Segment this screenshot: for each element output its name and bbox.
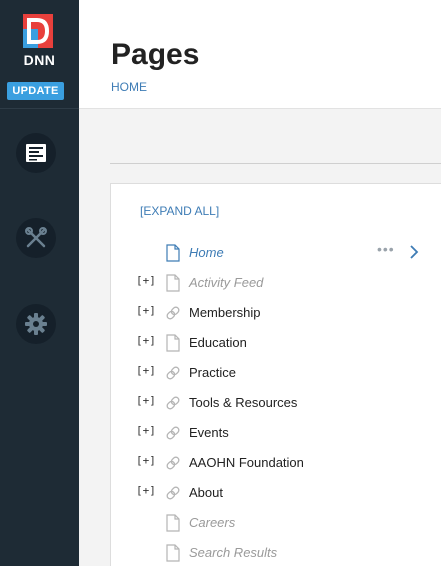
expand-toggle[interactable]: [+]	[136, 394, 156, 407]
sidebar-item-pages[interactable]	[16, 133, 56, 173]
tree-item-label[interactable]: Search Results	[189, 545, 277, 560]
pages-icon	[26, 144, 46, 162]
tree-item[interactable]: [+] Tools & Resources	[111, 391, 441, 415]
tree-item-label[interactable]: AAOHN Foundation	[189, 455, 304, 470]
tree-item[interactable]: Home •••	[111, 241, 441, 265]
tree-item-label[interactable]: Events	[189, 425, 229, 440]
page-icon	[166, 514, 180, 532]
gear-icon	[25, 313, 47, 335]
expand-toggle[interactable]: [+]	[136, 364, 156, 377]
update-button[interactable]: UPDATE	[7, 82, 64, 100]
tree-item-label[interactable]: Education	[189, 335, 247, 350]
page-header: Pages HOME	[79, 0, 441, 109]
tree-item-label[interactable]: Careers	[189, 515, 235, 530]
expand-toggle[interactable]: [+]	[136, 424, 156, 437]
expand-toggle[interactable]: [+]	[136, 334, 156, 347]
tree-item[interactable]: [+] Membership	[111, 301, 441, 325]
tree-item-label[interactable]: About	[189, 485, 223, 500]
tree-item[interactable]: Search Results	[111, 541, 441, 565]
page-tree-panel: [EXPAND ALL] Home ••• [+] Activity Feed [+] M…	[110, 183, 441, 566]
tree-item-label[interactable]: Activity Feed	[189, 275, 263, 290]
sidebar: DNN UPDATE	[0, 0, 79, 566]
page-icon	[166, 334, 180, 352]
expand-toggle[interactable]: [+]	[136, 484, 156, 497]
tree-item-label[interactable]: Membership	[189, 305, 261, 320]
link-icon	[166, 456, 180, 470]
page-icon	[166, 244, 180, 262]
more-options-icon[interactable]: •••	[377, 241, 395, 257]
link-icon	[166, 306, 180, 320]
sidebar-item-settings[interactable]	[16, 304, 56, 344]
tree-item[interactable]: [+] Practice	[111, 361, 441, 385]
link-icon	[166, 426, 180, 440]
expand-toggle[interactable]: [+]	[136, 304, 156, 317]
dnn-logo-icon	[23, 14, 53, 48]
tree-item[interactable]: Careers	[111, 511, 441, 535]
sidebar-item-tools[interactable]	[16, 218, 56, 258]
app-window: DNN UPDATE Pages HOME [EXPAND ALL] Home …	[0, 0, 441, 566]
link-icon	[166, 396, 180, 410]
logo-area: DNN UPDATE	[0, 0, 79, 109]
page-icon	[166, 274, 180, 292]
tree-item-label[interactable]: Tools & Resources	[189, 395, 297, 410]
tree-item[interactable]: [+] AAOHN Foundation	[111, 451, 441, 475]
expand-toggle[interactable]: [+]	[136, 274, 156, 287]
logo-text: DNN	[23, 52, 56, 68]
page-title: Pages	[111, 38, 200, 71]
tree-item-label[interactable]: Home	[189, 245, 224, 260]
tree-item-label[interactable]: Practice	[189, 365, 236, 380]
tree-item[interactable]: [+] Activity Feed	[111, 271, 441, 295]
breadcrumb-home[interactable]: HOME	[111, 80, 147, 94]
tree-item[interactable]: [+] About	[111, 481, 441, 505]
page-icon	[166, 544, 180, 562]
chevron-right-icon[interactable]	[408, 244, 420, 260]
expand-toggle[interactable]: [+]	[136, 454, 156, 467]
tree-item[interactable]: [+] Events	[111, 421, 441, 445]
expand-all-link[interactable]: [EXPAND ALL]	[140, 204, 219, 218]
link-icon	[166, 486, 180, 500]
tools-icon	[25, 227, 47, 248]
link-icon	[166, 366, 180, 380]
tree-item[interactable]: [+] Education	[111, 331, 441, 355]
divider	[110, 163, 441, 164]
